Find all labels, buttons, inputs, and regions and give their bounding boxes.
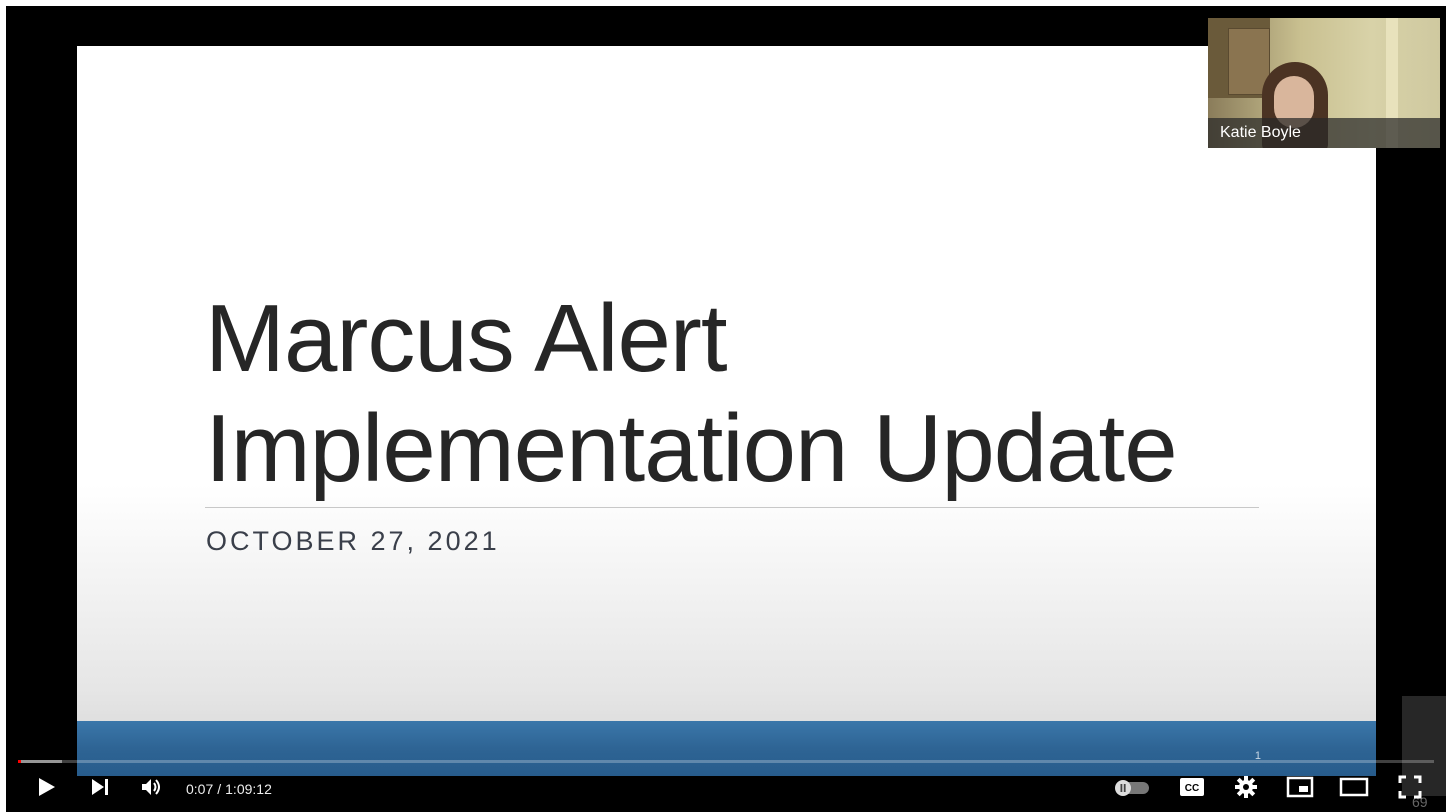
- miniplayer-icon: [1286, 776, 1314, 803]
- autoplay-toggle-icon: [1113, 777, 1151, 802]
- slide-divider: [205, 507, 1259, 508]
- current-time: 0:07: [186, 781, 214, 797]
- progress-played: [18, 760, 21, 763]
- slide-subtitle: OCTOBER 27, 2021: [206, 526, 500, 556]
- captions-button[interactable]: CC: [1172, 766, 1212, 812]
- video-player[interactable]: Marcus Alert Implementation Update OCTOB…: [6, 6, 1446, 812]
- miniplayer-button[interactable]: [1280, 766, 1320, 812]
- participant-video-thumbnail: Katie Boyle: [1208, 18, 1440, 148]
- slide-title-line2: Implementation Update: [205, 395, 1178, 502]
- player-controls: 0:07 / 1:09:12 CC: [6, 766, 1446, 812]
- autoplay-toggle[interactable]: [1112, 766, 1152, 812]
- fullscreen-button[interactable]: [1390, 766, 1430, 812]
- participant-name: Katie Boyle: [1220, 124, 1301, 141]
- progress-bar[interactable]: [18, 760, 1434, 763]
- slide-title: Marcus Alert Implementation Update: [205, 284, 1305, 504]
- svg-text:CC: CC: [1185, 783, 1199, 794]
- volume-icon: [140, 776, 164, 803]
- time-separator: /: [217, 781, 222, 797]
- settings-icon: [1234, 775, 1258, 804]
- cc-icon: CC: [1179, 776, 1205, 803]
- fullscreen-icon: [1398, 775, 1422, 804]
- duration: 1:09:12: [225, 781, 272, 797]
- play-icon: [35, 776, 57, 803]
- next-button[interactable]: [80, 766, 120, 812]
- play-button[interactable]: [26, 766, 66, 812]
- mute-button[interactable]: [132, 766, 172, 812]
- next-icon: [89, 776, 111, 803]
- time-display: 0:07 / 1:09:12: [186, 766, 272, 812]
- theater-mode-button[interactable]: [1334, 766, 1374, 812]
- slide-title-line1: Marcus Alert: [205, 285, 727, 392]
- presentation-slide: Marcus Alert Implementation Update OCTOB…: [77, 46, 1376, 776]
- settings-button[interactable]: [1226, 766, 1266, 812]
- theater-icon: [1339, 777, 1369, 802]
- progress-buffered: [18, 760, 62, 763]
